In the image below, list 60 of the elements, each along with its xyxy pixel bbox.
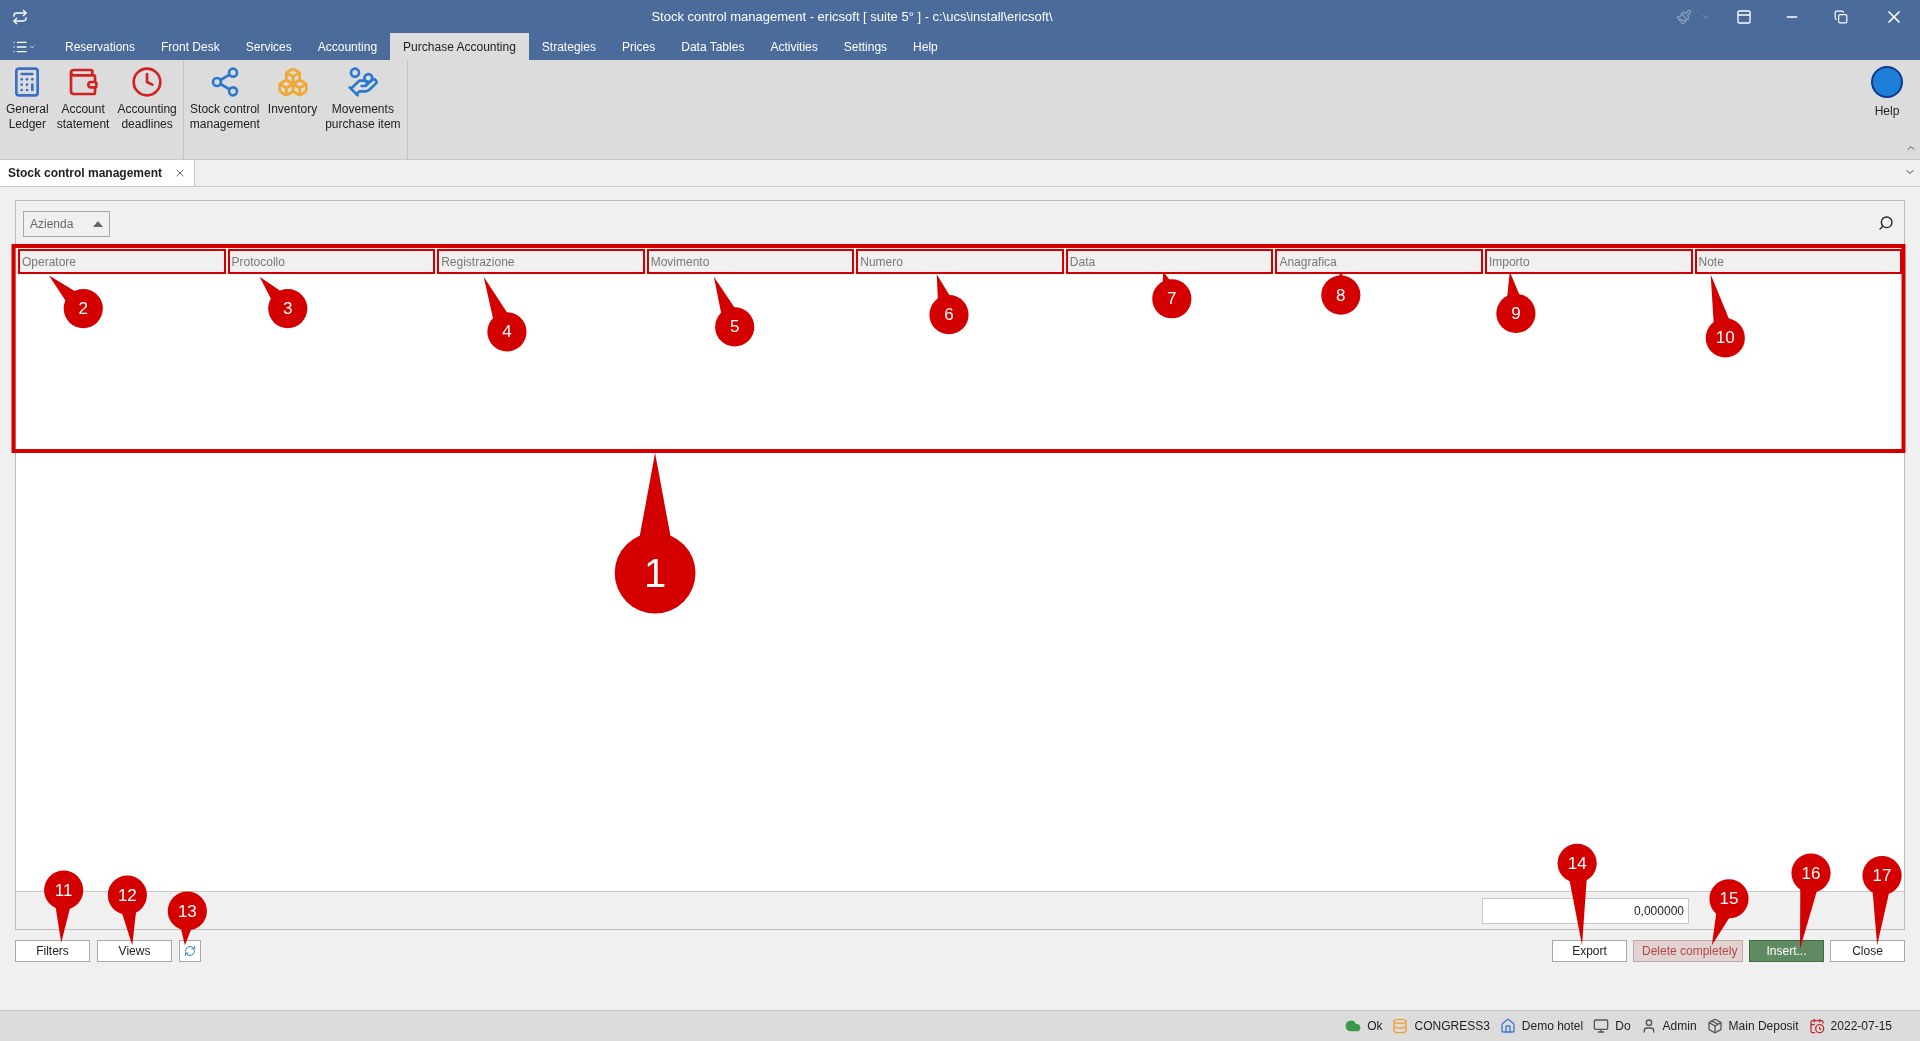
ribbon-button[interactable]: Account statement xyxy=(54,66,112,132)
status-text: CONGRESS3 xyxy=(1414,1018,1490,1035)
calendar-icon xyxy=(1808,1018,1825,1034)
wallet-icon xyxy=(67,66,100,98)
clock-icon xyxy=(131,66,164,98)
menu-tab[interactable]: Reservations xyxy=(52,33,149,60)
ribbon-button[interactable]: Inventory xyxy=(265,66,320,117)
column-header[interactable]: Registrazione xyxy=(437,249,645,274)
status-text: Main Deposit xyxy=(1728,1018,1799,1035)
status-text: Demo hotel xyxy=(1521,1018,1584,1035)
menu-tab[interactable]: Help xyxy=(900,33,951,60)
column-header[interactable]: Note xyxy=(1694,249,1903,274)
column-header[interactable]: Movimento xyxy=(646,249,855,274)
action-button[interactable]: Close xyxy=(1830,940,1905,962)
menu-tab[interactable]: Accounting xyxy=(304,33,391,60)
layout-icon[interactable] xyxy=(1736,8,1752,25)
toolbar-button[interactable]: Views xyxy=(97,940,172,962)
action-button[interactable]: Export xyxy=(1552,940,1627,962)
column-header[interactable]: Data xyxy=(1065,249,1274,274)
menu-tab[interactable]: Services xyxy=(232,33,305,60)
refresh-button[interactable] xyxy=(179,940,201,962)
help-button[interactable]: Help xyxy=(1871,66,1903,120)
menu-tab[interactable]: Settings xyxy=(830,33,901,60)
database-icon xyxy=(1392,1018,1409,1034)
caret-icon xyxy=(93,221,103,227)
company-dropdown[interactable]: Azienda xyxy=(23,211,110,237)
menu-tab[interactable]: Activities xyxy=(757,33,831,60)
total-field[interactable]: 0,000000 xyxy=(1482,897,1689,924)
status-text: Admin xyxy=(1662,1018,1697,1035)
column-header[interactable]: Protocollo xyxy=(227,249,436,274)
package-icon xyxy=(1706,1018,1723,1034)
ribbon-button[interactable]: Movements purchase item xyxy=(323,66,403,132)
status-text: Ok xyxy=(1367,1018,1383,1035)
ribbon-button[interactable]: Stock control management xyxy=(187,66,262,132)
status-text: Do xyxy=(1615,1018,1631,1035)
ribbon-button[interactable]: General Ledger xyxy=(4,66,51,132)
ribbon-button[interactable]: Accounting deadlines xyxy=(115,66,179,132)
column-header[interactable]: Importo xyxy=(1484,249,1693,274)
cloud-icon xyxy=(1345,1018,1362,1034)
app-logo-icon xyxy=(12,8,28,25)
home-icon xyxy=(1499,1018,1516,1034)
document-tab[interactable]: Stock control management xyxy=(0,160,196,186)
menu-tab[interactable]: Prices xyxy=(608,33,669,60)
hand-icon xyxy=(346,66,379,98)
restore-icon[interactable] xyxy=(1834,9,1848,24)
refresh-icon xyxy=(184,945,196,957)
monitor-icon xyxy=(1593,1018,1610,1034)
status-text: 2022-07-15 xyxy=(1830,1018,1892,1035)
search-icon[interactable] xyxy=(1878,215,1894,231)
menu-tab[interactable]: Strategies xyxy=(528,33,609,60)
window-title: Stock control management - ericsoft [ suite 5° ] - c:\ucs\install\ericsoft\ xyxy=(651,7,1053,26)
boxes-icon xyxy=(276,66,309,98)
menu-tab[interactable]: Data Tables xyxy=(668,33,758,60)
help-globe-icon xyxy=(1871,66,1903,98)
toolbar-button[interactable]: Filters xyxy=(15,940,90,962)
menu-tab[interactable]: Purchase Accounting xyxy=(390,33,529,60)
menu-tab[interactable]: Front Desk xyxy=(148,33,233,60)
column-header[interactable]: Anagrafica xyxy=(1275,249,1483,274)
column-header[interactable]: Operatore xyxy=(18,249,226,274)
column-header[interactable]: Numero xyxy=(856,249,1064,274)
